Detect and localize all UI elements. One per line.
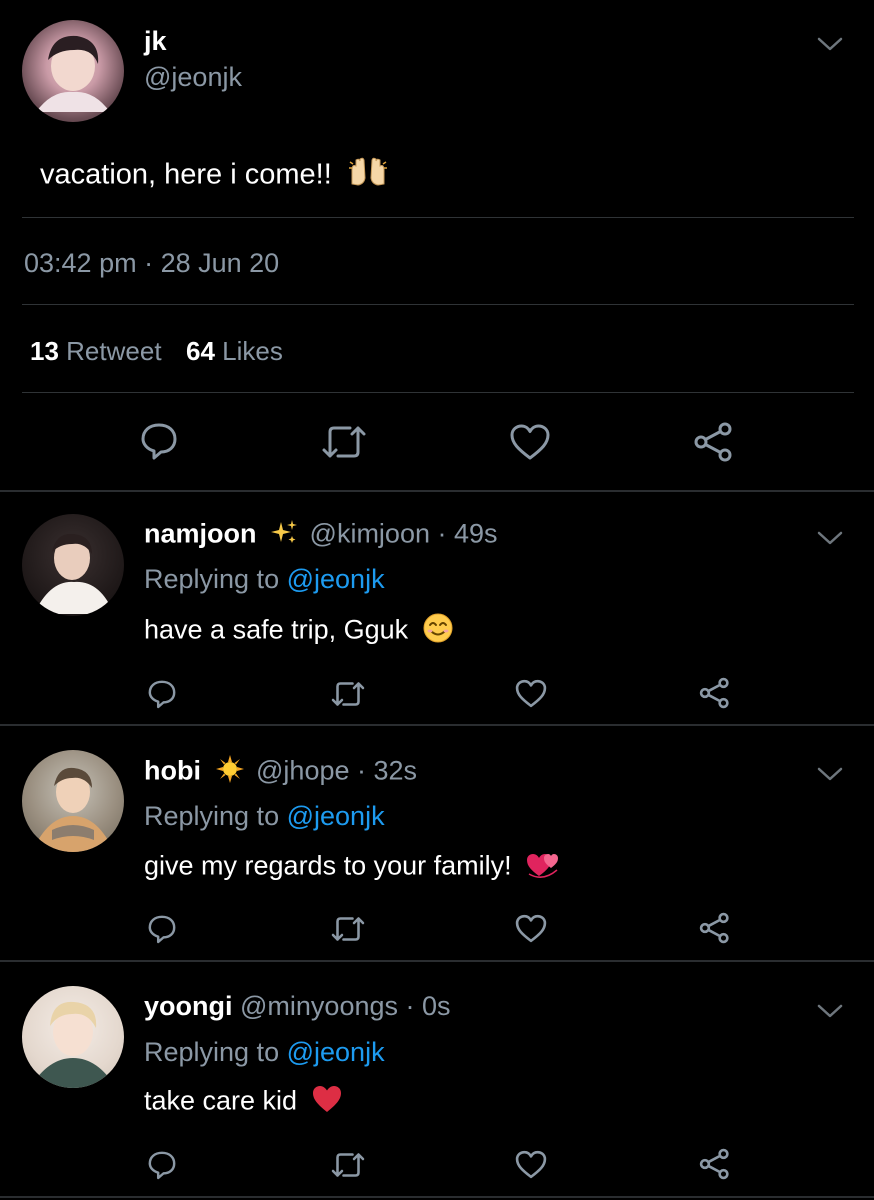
- timestamp[interactable]: 03:42 pm · 28 Jun 20: [24, 248, 279, 279]
- retweet-icon[interactable]: [330, 679, 366, 709]
- smiling-face-icon: [422, 612, 454, 651]
- replying-to: Replying to @jeonjk: [144, 801, 385, 832]
- replying-prefix: Replying to: [144, 1037, 280, 1067]
- reply-icon[interactable]: [146, 1149, 178, 1181]
- display-name[interactable]: namjoon: [144, 519, 257, 549]
- share-icon[interactable]: [698, 1147, 732, 1181]
- reply-meta[interactable]: @jhope · 32s: [256, 756, 417, 786]
- divider: [0, 960, 874, 962]
- reply-header: hobi @jhope · 32s: [144, 754, 417, 791]
- reply-text: have a safe trip, Gguk: [144, 612, 454, 651]
- chevron-down-icon[interactable]: [816, 766, 844, 782]
- reply-header: yoongi @minyoongs · 0s: [144, 991, 451, 1022]
- heart-icon[interactable]: [514, 678, 548, 709]
- replying-prefix: Replying to: [144, 564, 280, 594]
- red-heart-icon: [311, 1084, 343, 1121]
- display-name[interactable]: yoongi: [144, 991, 233, 1021]
- replying-handle-link[interactable]: @jeonjk: [287, 564, 385, 594]
- share-icon[interactable]: [698, 676, 732, 710]
- reply-meta[interactable]: @kimjoon · 49s: [310, 519, 498, 549]
- chevron-down-icon[interactable]: [816, 530, 844, 546]
- engagement-stats: 13 Retweet 64 Likes: [30, 336, 283, 367]
- display-name[interactable]: jk: [144, 26, 167, 57]
- two-hearts-icon: [525, 848, 561, 887]
- reply-text-body: give my regards to your family!: [144, 850, 512, 881]
- reply-meta[interactable]: @minyoongs · 0s: [240, 991, 451, 1021]
- heart-icon[interactable]: [514, 1149, 548, 1180]
- likes-count[interactable]: 64: [186, 336, 215, 366]
- chevron-down-icon[interactable]: [816, 1003, 844, 1019]
- divider: [0, 490, 874, 492]
- chevron-down-icon[interactable]: [816, 36, 844, 52]
- reply-header: namjoon @kimjoon · 49s: [144, 518, 498, 553]
- heart-icon[interactable]: [508, 422, 552, 462]
- reply-text: take care kid: [144, 1084, 343, 1121]
- retweet-icon[interactable]: [330, 1150, 366, 1180]
- retweet-count[interactable]: 13: [30, 336, 59, 366]
- display-name[interactable]: hobi: [144, 756, 201, 786]
- replying-handle-link[interactable]: @jeonjk: [287, 1037, 385, 1067]
- share-icon[interactable]: [698, 911, 732, 945]
- retweet-icon[interactable]: [330, 914, 366, 944]
- sun-icon: [215, 754, 245, 791]
- share-icon[interactable]: [692, 420, 736, 464]
- avatar[interactable]: [22, 20, 124, 122]
- likes-label[interactable]: Likes: [222, 336, 283, 366]
- tweet-text-body: vacation, here i come!!: [40, 158, 332, 191]
- reply-text-body: take care kid: [144, 1085, 298, 1116]
- avatar[interactable]: [22, 514, 124, 616]
- handle[interactable]: @jeonjk: [144, 62, 242, 93]
- replying-prefix: Replying to: [144, 801, 280, 831]
- reply-icon[interactable]: [138, 420, 180, 462]
- divider: [0, 1196, 874, 1198]
- reply-text-body: have a safe trip, Gguk: [144, 614, 409, 645]
- reply-icon[interactable]: [146, 913, 178, 945]
- retweet-icon[interactable]: [320, 422, 368, 462]
- avatar[interactable]: [22, 986, 124, 1088]
- raising-hands-icon: [348, 156, 388, 196]
- replying-to: Replying to @jeonjk: [144, 564, 385, 595]
- divider: [22, 217, 854, 218]
- avatar[interactable]: [22, 750, 124, 852]
- retweet-label[interactable]: Retweet: [66, 336, 161, 366]
- divider: [22, 392, 854, 393]
- divider: [22, 304, 854, 305]
- divider: [0, 724, 874, 726]
- sparkles-icon: [270, 518, 298, 553]
- reply-text: give my regards to your family!: [144, 848, 561, 887]
- heart-icon[interactable]: [514, 913, 548, 944]
- replying-handle-link[interactable]: @jeonjk: [287, 801, 385, 831]
- reply-icon[interactable]: [146, 678, 178, 710]
- replying-to: Replying to @jeonjk: [144, 1037, 385, 1068]
- tweet-text: vacation, here i come!!: [40, 156, 388, 196]
